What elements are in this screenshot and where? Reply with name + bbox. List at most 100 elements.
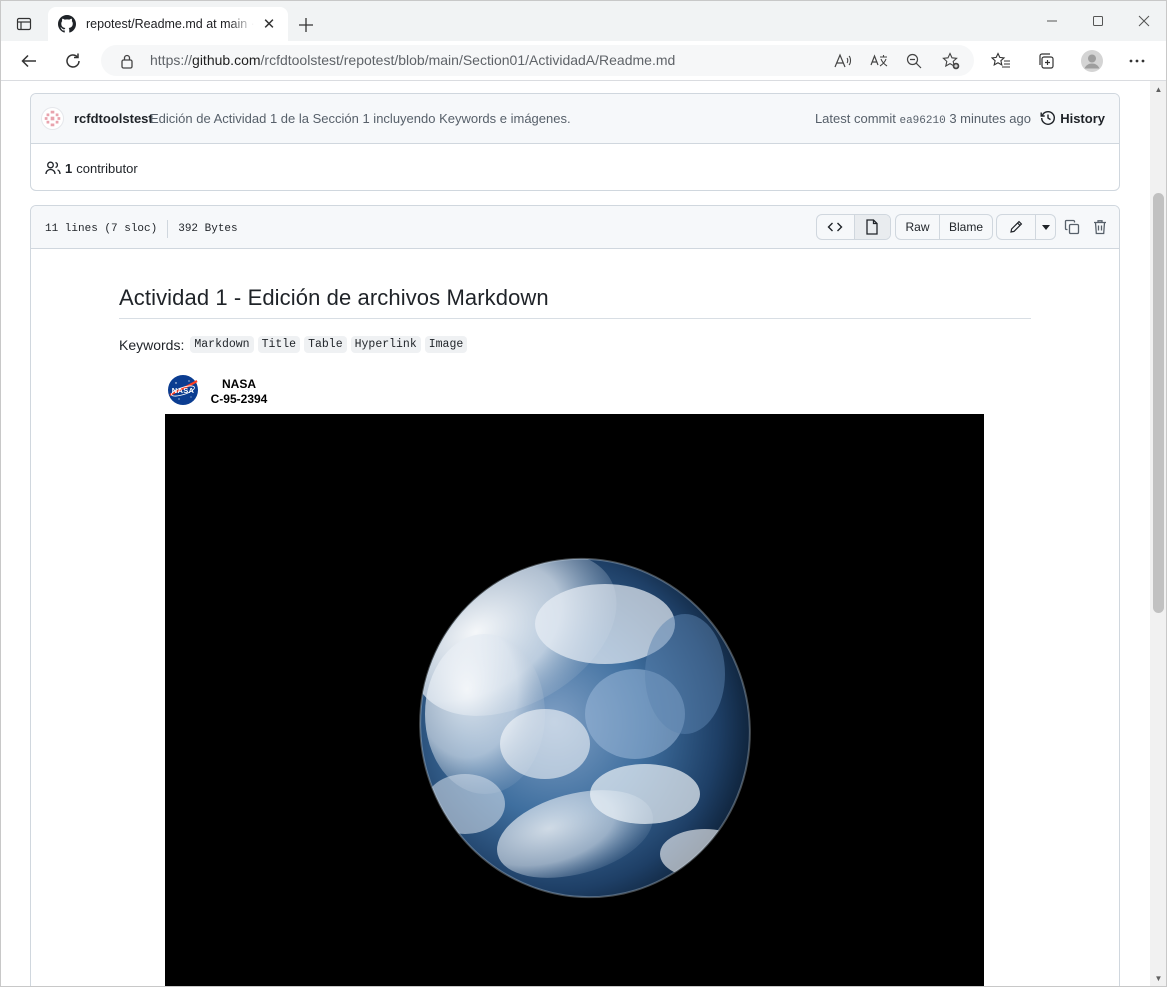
github-icon xyxy=(58,15,76,33)
profile-button[interactable] xyxy=(1077,46,1107,76)
back-arrow-icon xyxy=(21,54,36,68)
latest-commit-box: rcfdtoolstest Edición de Actividad 1 de … xyxy=(30,93,1120,191)
commit-time: 3 minutes ago xyxy=(949,111,1031,126)
keyword-chip: Table xyxy=(304,336,347,353)
url-host: github.com xyxy=(192,52,261,68)
triangle-down-icon xyxy=(1041,224,1050,230)
window-controls xyxy=(1029,0,1167,41)
pencil-icon xyxy=(1010,220,1023,233)
zoom-button[interactable] xyxy=(901,48,927,74)
url-prefix: https:// xyxy=(150,52,193,68)
svg-text:NASA: NASA xyxy=(172,386,195,395)
page-content: rcfdtoolstest Edición de Actividad 1 de … xyxy=(0,81,1150,987)
image-caption-line1: NASA xyxy=(221,377,256,391)
delete-button[interactable] xyxy=(1089,216,1111,238)
scroll-up-button[interactable]: ▲ xyxy=(1150,81,1167,98)
keyword-chip: Markdown xyxy=(190,336,254,353)
tab-actions-button[interactable] xyxy=(10,10,38,38)
close-tab-icon[interactable]: ✕ xyxy=(260,15,278,33)
image-caption: NASA C-95-2394 xyxy=(209,377,269,407)
keyword-chip: Hyperlink xyxy=(350,336,421,353)
commit-author-link[interactable]: rcfdtoolstest xyxy=(74,111,153,126)
favorites-icon xyxy=(991,52,1010,68)
tab-actions-icon xyxy=(16,17,32,31)
favorites-button[interactable] xyxy=(986,46,1016,76)
blame-button[interactable]: Blame xyxy=(939,215,992,239)
profile-icon xyxy=(1081,50,1103,72)
keywords-line: Keywords: Markdown Title Table Hyperlink… xyxy=(119,336,468,353)
latest-commit-label: Latest commit xyxy=(814,111,896,126)
file-info: 11 lines (7 sloc) 392 Bytes xyxy=(45,220,238,238)
keyword-chip: Image xyxy=(424,336,468,353)
code-icon xyxy=(827,222,843,232)
raw-button[interactable]: Raw xyxy=(896,215,939,239)
read-aloud-icon xyxy=(834,53,852,68)
close-window-button[interactable] xyxy=(1121,0,1167,41)
close-icon xyxy=(1138,15,1150,26)
url-text: https://github.com/rcfdtoolstest/repotes… xyxy=(150,52,675,68)
translate-icon xyxy=(870,54,888,67)
file-icon xyxy=(866,219,878,235)
latest-commit-info: Latest commit ea96210 3 minutes ago xyxy=(815,111,1031,127)
contributors-count: 1 xyxy=(65,160,73,176)
keyword-chip: Title xyxy=(257,336,301,353)
readme-title: Actividad 1 - Edición de archivos Markdo… xyxy=(119,285,549,310)
image-caption-line2: C-95-2394 xyxy=(210,392,268,406)
trash-icon xyxy=(1094,220,1106,235)
translate-button[interactable] xyxy=(866,48,892,74)
back-button[interactable] xyxy=(14,46,44,76)
navigation-bar: https://github.com/rcfdtoolstest/repotes… xyxy=(0,41,1167,81)
read-aloud-button[interactable] xyxy=(830,48,856,74)
zoom-out-icon xyxy=(906,53,922,69)
plus-icon xyxy=(299,18,313,32)
earth-photo[interactable] xyxy=(165,414,984,987)
scrollbar-thumb[interactable] xyxy=(1153,193,1164,613)
history-clock-icon xyxy=(1040,111,1056,125)
edit-group xyxy=(996,214,1056,240)
add-favorite-button[interactable] xyxy=(938,48,964,74)
browser-tab[interactable]: repotest/Readme.md at main · rcfdtoolste… xyxy=(48,7,288,41)
collections-icon xyxy=(1039,53,1054,69)
commit-sha-link[interactable]: ea96210 xyxy=(899,115,945,127)
title-bar: repotest/Readme.md at main · rcfdtoolste… xyxy=(0,0,1167,41)
contributors-label: contributor xyxy=(76,160,138,176)
heading-divider xyxy=(119,318,1031,319)
file-header: 11 lines (7 sloc) 392 Bytes Raw Blame xyxy=(31,206,1119,249)
commit-header: rcfdtoolstest Edición de Actividad 1 de … xyxy=(31,94,1119,144)
url-path: /rcfdtoolstest/repotest/blob/main/Sectio… xyxy=(260,52,676,68)
copy-icon xyxy=(1064,219,1080,235)
new-tab-button[interactable] xyxy=(292,11,320,39)
maximize-button[interactable] xyxy=(1075,0,1121,41)
more-icon xyxy=(1129,59,1145,63)
file-info-divider xyxy=(167,220,169,238)
earth-image xyxy=(413,552,751,899)
edit-dropdown-button[interactable] xyxy=(1035,215,1055,239)
history-label: History xyxy=(1060,110,1105,126)
maximize-icon xyxy=(1093,15,1103,26)
file-size: 392 Bytes xyxy=(178,223,238,235)
refresh-icon xyxy=(66,53,80,68)
file-viewer: 11 lines (7 sloc) 392 Bytes Raw Blame Ac… xyxy=(30,205,1120,987)
scroll-down-button[interactable]: ▼ xyxy=(1150,970,1167,987)
edit-button[interactable] xyxy=(997,215,1035,239)
file-lines: 11 lines (7 sloc) xyxy=(45,223,158,235)
history-link[interactable]: History xyxy=(1040,110,1105,126)
view-toggle xyxy=(816,214,891,240)
copy-button[interactable] xyxy=(1061,216,1083,238)
people-icon xyxy=(45,161,61,175)
collections-button[interactable] xyxy=(1031,46,1061,76)
address-bar[interactable]: https://github.com/rcfdtoolstest/repotes… xyxy=(101,45,974,76)
keywords-label: Keywords: xyxy=(119,336,185,353)
tab-title: repotest/Readme.md at main · rcfdtoolste… xyxy=(86,17,254,31)
nasa-logo[interactable]: NASA xyxy=(167,374,199,406)
more-button[interactable] xyxy=(1122,46,1152,76)
rendered-view-button[interactable] xyxy=(853,215,890,239)
add-favorite-icon xyxy=(942,52,960,70)
commit-message-link[interactable]: Edición de Actividad 1 de la Sección 1 i… xyxy=(150,111,571,126)
minimize-button[interactable] xyxy=(1029,0,1075,41)
source-view-button[interactable] xyxy=(817,215,854,239)
vertical-scrollbar[interactable]: ▲ ▼ xyxy=(1150,81,1167,987)
contributors-link[interactable]: 1 contributor xyxy=(45,160,138,176)
avatar[interactable] xyxy=(41,107,64,130)
refresh-button[interactable] xyxy=(58,46,88,76)
